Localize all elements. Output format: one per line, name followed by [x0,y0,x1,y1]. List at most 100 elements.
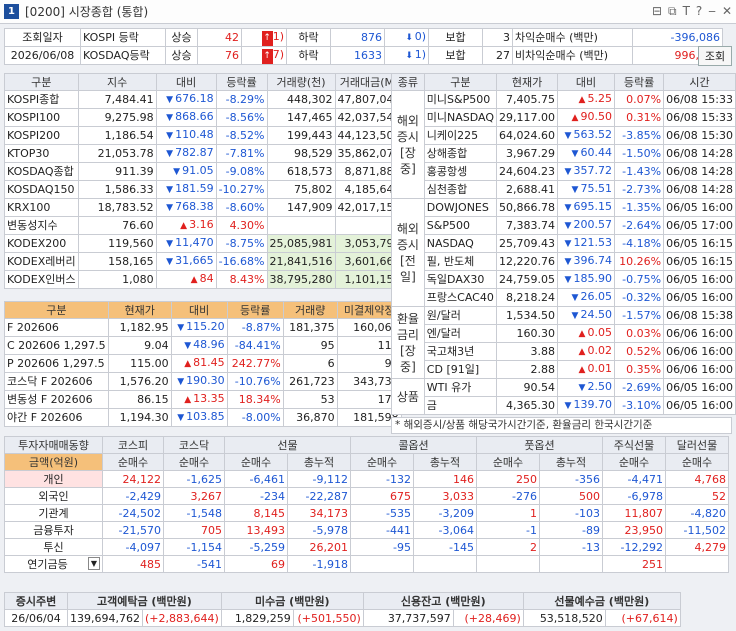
world-group-label: 환율금리[장중] [391,306,425,379]
investor-name[interactable]: 연기금등 ▼ [4,555,103,573]
world-row[interactable]: 환율금리[장중] 원/달러 1,534.50 ▼ 24.50 -1.57% 06/08 15… [391,306,736,379]
world-row[interactable]: S&P500 7,383.74 ▼ 200.57 -2.64% 06/05 17:00 [392,216,736,235]
world-price: 3.88 [496,342,559,361]
deriv-row[interactable]: C 202606 1,297.5 9.04 ▼ 48.96 -84.41% 95 116 [4,336,402,355]
deriv-change: ▼ 48.96 [170,336,228,355]
world-row[interactable]: 독일DAX30 24,759.05 ▼ 185.90 -0.75% 06/05 16:00 [392,270,736,289]
world-row[interactable]: 필, 반도체 12,220.76 ▼ 396.74 10.26% 06/05 16:15 [392,252,736,271]
investor-value: 34,173 [287,504,351,522]
investor-name: 금융투자 [4,521,103,539]
index-row[interactable]: KODEX200 119,560 ▼ 11,470 -8.75% 25,085,981 3,… [4,234,404,253]
down-triangle-icon: ▼ [564,167,572,177]
investor-row[interactable]: 기관계 -24,502 -1,548 8,145 34,173 -535 -3,209 1 -1… [4,504,729,522]
world-name: 필, 반도체 [423,252,498,271]
world-change: ▲ 0.05 [557,324,615,343]
world-row[interactable]: 상해종합 3,967.29 ▼ 60.44 -1.50% 06/08 14:28 [392,144,736,163]
world-name: 상해종합 [423,144,498,163]
index-value: 7,484.41 [77,90,157,109]
deriv-row[interactable]: 코스닥 F 202606 1,576.20 ▼ 190.30 -10.76% 261,72… [4,372,402,391]
query-button[interactable]: 조회 [698,46,732,66]
world-price: 7,383.74 [496,216,559,235]
world-row[interactable]: 심천종합 2,688.41 ▼ 75.51 -2.73% 06/08 14:28 [392,180,736,199]
world-row[interactable]: 미니NASDAQ 29,117.00 ▲ 90.50 0.31% 06/08 15:33 [392,108,736,127]
world-rate: 0.35% [613,360,665,379]
index-row[interactable]: KOSPI종합 7,484.41 ▼ 676.18 -8.29% 448,302 47,80… [4,90,404,109]
world-row[interactable]: 금 4,365.30 ▼ 139.70 -3.10% 06/05 16:00 [392,396,736,415]
index-row[interactable]: KTOP30 21,053.78 ▼ 782.87 -7.81% 98,529 35,862… [4,144,404,163]
index-volume [266,216,336,235]
chevron-down-icon[interactable]: ▼ [88,556,100,570]
investor-value: -4,097 [102,538,164,556]
deriv-row[interactable]: 야간 F 202606 1,194.30 ▼ 103.85 -8.00% 36,870 18… [4,408,402,427]
world-price: 8,218.24 [496,288,559,307]
investor-row[interactable]: 연기금등 ▼ 485 -541 69 -1,918 251 [4,555,729,573]
index-col-header: 등락률 [215,73,268,91]
index-rate: -8.60% [215,198,268,217]
breadth-row-kosdaq: 2026/06/08 KOSDAQ등락 상승 76 ↑ 7) 하락 1633 ⬇ 1… [4,46,723,65]
world-row[interactable]: 국고채3년 3.88 ▲ 0.02 0.52% 06/06 16:00 [392,342,736,361]
investor-row[interactable]: 금융투자 -21,570 705 13,493 -5,978 -441 -3,064 -1 -8… [4,521,729,539]
window-split-icon[interactable]: ⊟ [652,4,662,19]
world-row[interactable]: 프랑스CAC40 8,218.24 ▼ 26.05 -0.32% 06/05 16:00 [392,288,736,307]
investor-row[interactable]: 개인 24,122 -1,625 -6,461 -9,112 -132 146 250 -356… [4,470,729,488]
world-rate: 0.03% [613,324,665,343]
index-row[interactable]: KOSPI200 1,186.54 ▼ 110.48 -8.52% 199,443 44,1… [4,126,404,145]
world-time: 06/05 16:00 [663,270,736,289]
investor-value: -13 [539,538,603,556]
deriv-row[interactable]: F 202606 1,182.95 ▼ 115.20 -8.87% 181,375 160,… [4,318,402,337]
investor-value: -541 [163,555,225,573]
index-rate: -8.29% [215,90,268,109]
world-row[interactable]: 해외증시[장중] 미니S&P500 7,405.75 ▲ 5.25 0.07% 06/08 … [391,90,736,199]
world-price: 64,024.60 [496,126,559,145]
index-rate: 8.43% [215,270,268,289]
world-row[interactable]: NASDAQ 25,709.43 ▼ 121.53 -4.18% 06/05 16:15 [392,234,736,253]
deriv-row[interactable]: 변동성 F 202606 86.15 ▲ 13.35 18.34% 53 170 [4,390,402,409]
up-triangle-icon: ▲ [190,275,198,285]
index-row[interactable]: 변동성지수 76.60 ▲ 3.16 4.30% [4,216,404,235]
query-date-input[interactable]: 2026/06/08 [4,46,81,65]
world-row[interactable]: 해외증시[전일] DOWJONES 50,866.78 ▼ 695.15 -1.35% 06… [391,198,736,307]
close-icon[interactable]: ✕ [722,4,732,19]
index-col-header: 거래량(천) [266,73,336,91]
investor-row[interactable]: 외국인 -2,429 3,267 -234 -22,287 675 3,033 -276 500… [4,487,729,505]
index-row[interactable]: KRX100 18,783.52 ▼ 768.38 -8.60% 147,909 42,01… [4,198,404,217]
index-row[interactable]: KODEX인버스 1,080 ▲ 84 8.43% 38,795,280 1,101,155 [4,270,404,289]
investor-row[interactable]: 투신 -4,097 -1,154 -5,259 26,201 -95 -145 2 -13 -12… [4,538,729,556]
investor-value: -6,461 [224,470,288,488]
world-row[interactable]: 홍콩항셍 24,604.23 ▼ 357.72 -1.43% 06/08 14:28 [392,162,736,181]
deriv-row[interactable]: P 202606 1,297.5115.00▲81.45242.77%695 [4,354,402,373]
deriv-col-header: 등락률 [226,301,284,319]
index-row[interactable]: KOSDAQ종합 911.39 ▼ 91.05 -9.08% 618,573 8,871,8… [4,162,404,181]
world-row[interactable]: 니케이225 64,024.60 ▼ 563.52 -3.85% 06/08 15:30 [392,126,736,145]
world-price: 7,405.75 [496,90,559,109]
investor-value: -103 [539,504,603,522]
world-price: 25,709.43 [496,234,559,253]
index-value: 21,053.78 [77,144,157,163]
minimize-icon[interactable]: ‒ [708,4,716,19]
investor-value [476,555,540,573]
investor-value: 3,267 [163,487,225,505]
index-value: 1,080 [77,270,157,289]
index-row[interactable]: KOSDAQ150 1,586.33 ▼ 181.59 -10.27% 75,802 4,1… [4,180,404,199]
window-copy-icon[interactable]: ⧉ [668,4,677,19]
investor-value: -1,548 [163,504,225,522]
world-change: ▲ 0.01 [557,360,615,379]
up-triangle-icon: ▲ [578,347,586,357]
world-rate: -1.43% [613,162,665,181]
world-row[interactable]: 엔/달러 160.30 ▲ 0.05 0.03% 06/06 16:00 [392,324,736,343]
world-group-label: 해외증시[장중] [391,90,425,199]
world-row[interactable]: 상품 WTI 유가 90.54 ▼ 2.50 -2.69% 06/05 16:00 [391,378,736,415]
world-name: 니케이225 [423,126,498,145]
index-row[interactable]: KODEX레버리 158,165 ▼ 31,665 -16.68% 21,841,516 3… [4,252,404,271]
help-icon[interactable]: ? [696,4,702,19]
index-name: KOSPI종합 [4,90,79,109]
timezone-note: * 해외증시/상품 해당국가시간기준, 환율금리 한국시간기준 [391,417,732,434]
index-name: 변동성지수 [4,216,79,235]
funds-header-credit: 신용잔고 (백만원) [362,592,524,610]
index-change: ▼ 181.59 [155,180,217,199]
index-row[interactable]: KOSPI100 9,275.98 ▼ 868.66 -8.56% 147,465 42,0… [4,108,404,127]
world-row[interactable]: CD [91일] 2.88 ▲ 0.01 0.35% 06/06 16:00 [392,360,736,379]
investor-unit-label: 금액(억원) [4,453,103,471]
world-price: 29,117.00 [496,108,559,127]
window-print-icon[interactable]: T [683,4,690,19]
